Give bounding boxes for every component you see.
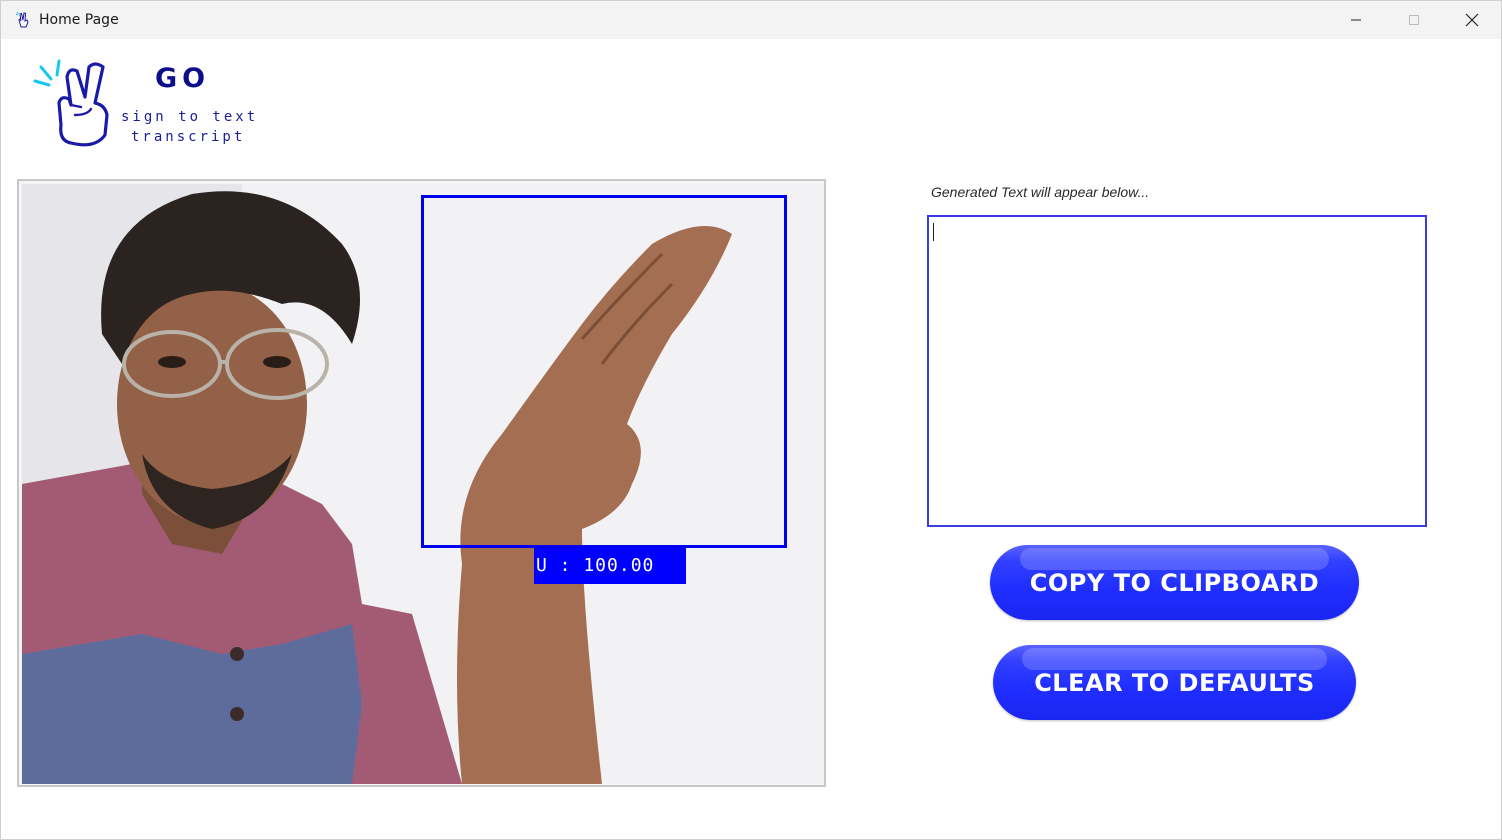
logo-subtitle-line1: sign to text: [121, 109, 259, 125]
logo-title: GO: [155, 63, 211, 94]
clear-to-defaults-label: CLEAR TO DEFAULTS: [1034, 668, 1315, 697]
generated-text-area[interactable]: [927, 215, 1427, 527]
close-icon: [1465, 13, 1479, 27]
app-window: Home Page GO sign to text transcript U:…: [0, 0, 1502, 840]
copy-to-clipboard-button[interactable]: COPY TO CLIPBOARD: [990, 545, 1359, 620]
logo-subtitle-line2: transcript: [131, 129, 246, 145]
maximize-icon: [1409, 15, 1419, 25]
minimize-button[interactable]: [1327, 1, 1385, 39]
window-title: Home Page: [39, 12, 119, 28]
maximize-button[interactable]: [1385, 1, 1443, 39]
prediction-label: U : 100.00: [534, 548, 686, 584]
text-caret: [933, 223, 934, 241]
title-bar[interactable]: Home Page: [1, 1, 1501, 39]
generated-text-label: Generated Text will appear below...: [931, 184, 1150, 200]
copy-to-clipboard-label: COPY TO CLIPBOARD: [1029, 568, 1320, 597]
clear-to-defaults-button[interactable]: CLEAR TO DEFAULTS: [993, 645, 1356, 720]
minimize-icon: [1351, 19, 1361, 21]
close-button[interactable]: [1443, 1, 1501, 39]
hand-detection-box: [421, 195, 787, 548]
peace-hand-icon: [15, 11, 29, 28]
